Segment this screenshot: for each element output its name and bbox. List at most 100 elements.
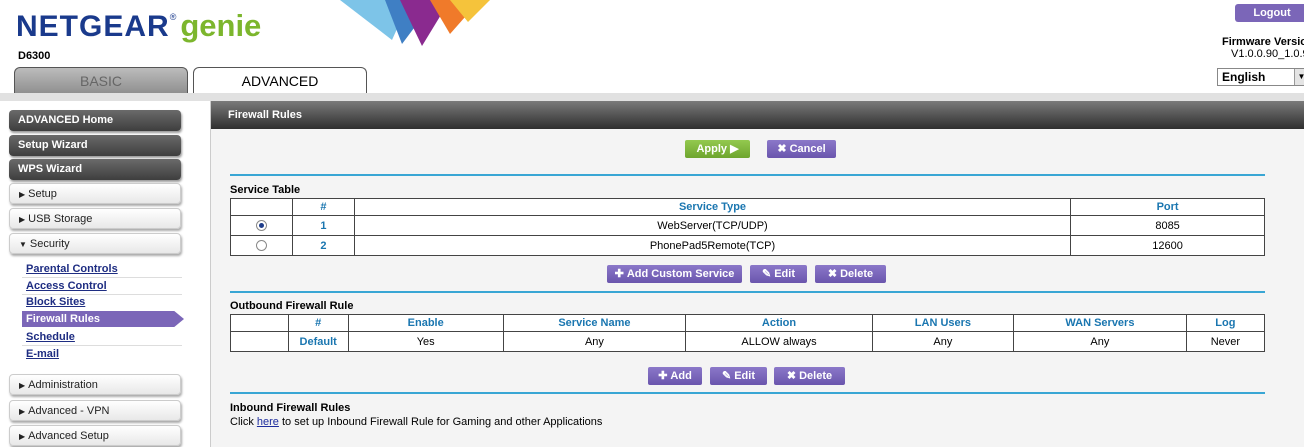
sidebar-item-usb-storage[interactable]: ▶ USB Storage (9, 208, 181, 229)
language-select[interactable]: English ▼ (1217, 68, 1304, 86)
column-header: Service Name (502, 314, 687, 332)
row-select-cell (230, 331, 289, 352)
table-header-row: # Enable Service Name Action LAN Users W… (230, 314, 1266, 332)
rule-enable: Yes (347, 331, 504, 352)
sidebar-item-label: Advanced - VPN (28, 405, 110, 417)
column-header: # (291, 198, 355, 216)
expand-right-icon: ▶ (19, 381, 26, 390)
sidebar-item-access-control[interactable]: Access Control (26, 280, 107, 292)
delete-rule-button[interactable]: ✖ Delete (774, 367, 845, 385)
add-label: Add (670, 370, 692, 382)
rule-service-name: Any (502, 331, 687, 352)
rule-lan-users: Any (871, 331, 1015, 352)
radio-button-selected[interactable] (255, 220, 267, 232)
sidebar-item-label: USB Storage (28, 213, 93, 225)
service-port: 12600 (1070, 235, 1265, 256)
rule-wan-servers: Any (1013, 331, 1187, 352)
firmware-version-label: Firmware Version (1222, 36, 1304, 48)
row-select-cell[interactable] (230, 215, 293, 236)
edit-service-button[interactable]: ✎ Edit (750, 265, 807, 283)
sidebar-item-label: Setup (28, 188, 57, 200)
edit-label: Edit (774, 268, 795, 280)
pencil-icon: ✎ (762, 268, 772, 280)
sidebar-item-email[interactable]: E-mail (26, 348, 59, 360)
sidebar-item-schedule[interactable]: Schedule (26, 331, 75, 343)
plus-icon: ✚ (658, 370, 668, 382)
column-header: Action (685, 314, 873, 332)
expand-right-icon: ▶ (19, 215, 26, 224)
column-header: Port (1070, 198, 1265, 216)
page-title: Firewall Rules (211, 101, 1304, 129)
sidebar-item-administration[interactable]: ▶ Administration (9, 374, 181, 395)
inbound-rules-link[interactable]: here (257, 416, 279, 428)
expand-right-icon: ▶ (19, 407, 26, 416)
sidebar-item-label: Advanced Setup (28, 430, 109, 442)
sidebar-item-parental-controls[interactable]: Parental Controls (26, 263, 118, 275)
add-custom-service-button[interactable]: ✚ Add Custom Service (607, 265, 742, 283)
column-header: LAN Users (871, 314, 1015, 332)
table-row[interactable]: Default Yes Any ALLOW always Any Any Nev… (230, 331, 1266, 352)
rule-log: Never (1185, 331, 1266, 352)
add-custom-service-label: Add Custom Service (626, 268, 735, 280)
section-divider (230, 291, 1265, 293)
sidebar-item-advanced-setup[interactable]: ▶ Advanced Setup (9, 425, 181, 446)
edit-label: Edit (734, 370, 755, 382)
sidebar-item-firewall-rules[interactable]: Firewall Rules (22, 311, 184, 327)
table-header-row: # Service Type Port (230, 198, 1265, 216)
firmware-version-value: V1.0.0.90_1.0.90 (1231, 48, 1304, 60)
sidebar-item-block-sites[interactable]: Block Sites (26, 296, 85, 308)
dropdown-arrow-icon[interactable]: ▼ (1294, 69, 1304, 85)
outbound-rule-table: # Enable Service Name Action LAN Users W… (230, 314, 1266, 352)
apply-label: Apply (696, 143, 728, 155)
radio-button[interactable] (255, 240, 267, 252)
divider (22, 294, 182, 295)
cancel-button[interactable]: ✖ Cancel (767, 140, 836, 158)
close-icon: ✖ (777, 143, 787, 155)
column-header: # (287, 314, 349, 332)
sidebar-item-advanced-home[interactable]: ADVANCED Home (9, 110, 181, 131)
edit-rule-button[interactable]: ✎ Edit (710, 367, 767, 385)
close-icon: ✖ (786, 370, 797, 382)
apply-button[interactable]: Apply ▶ (685, 140, 750, 158)
column-header-select (230, 314, 289, 332)
row-number: 1 (291, 215, 355, 236)
section-divider (230, 392, 1265, 394)
sidebar-item-wps-wizard[interactable]: WPS Wizard (9, 159, 181, 180)
service-type: WebServer(TCP/UDP) (353, 215, 1072, 236)
brand-registered-mark: ® (169, 12, 177, 22)
collapse-down-icon: ▼ (19, 240, 27, 249)
column-header: Enable (347, 314, 504, 332)
section-divider (230, 174, 1265, 176)
logout-button[interactable]: Logout (1235, 4, 1304, 22)
sidebar-item-setup-wizard[interactable]: Setup Wizard (9, 135, 181, 156)
row-number: Default (287, 331, 349, 352)
sidebar-item-label: Security (29, 238, 70, 250)
router-model: D6300 (18, 50, 51, 62)
language-value: English (1222, 70, 1266, 84)
table-row[interactable]: 1 WebServer(TCP/UDP) 8085 (230, 215, 1265, 236)
sidebar-item-setup[interactable]: ▶ Setup (9, 183, 181, 204)
delete-service-button[interactable]: ✖ Delete (815, 265, 886, 283)
inbound-text-suffix: to set up Inbound Firewall Rule for Gami… (278, 416, 603, 428)
sidebar-item-advanced-vpn[interactable]: ▶ Advanced - VPN (9, 400, 181, 421)
inbound-rules-text: Click here to set up Inbound Firewall Ru… (230, 416, 602, 428)
tab-basic[interactable]: BASIC (14, 67, 188, 94)
header-divider (0, 93, 1304, 101)
row-select-cell[interactable] (230, 235, 293, 256)
plus-icon: ✚ (614, 268, 624, 280)
brand-name: NETGEAR (16, 10, 170, 43)
pencil-icon: ✎ (722, 370, 732, 382)
tab-advanced[interactable]: ADVANCED (193, 67, 367, 94)
row-number: 2 (291, 235, 355, 256)
sidebar-item-security[interactable]: ▼ Security (9, 233, 181, 254)
rule-action: ALLOW always (685, 331, 873, 352)
table-row[interactable]: 2 PhonePad5Remote(TCP) 12600 (230, 235, 1265, 256)
column-header-select (230, 198, 293, 216)
outbound-rule-title: Outbound Firewall Rule (230, 300, 354, 312)
delete-label: Delete (840, 268, 874, 280)
add-rule-button[interactable]: ✚ Add (648, 367, 702, 385)
expand-right-icon: ▶ (19, 432, 26, 441)
column-header: Service Type (353, 198, 1072, 216)
sidebar-item-label: Administration (28, 379, 98, 391)
inbound-text-prefix: Click (230, 416, 257, 428)
